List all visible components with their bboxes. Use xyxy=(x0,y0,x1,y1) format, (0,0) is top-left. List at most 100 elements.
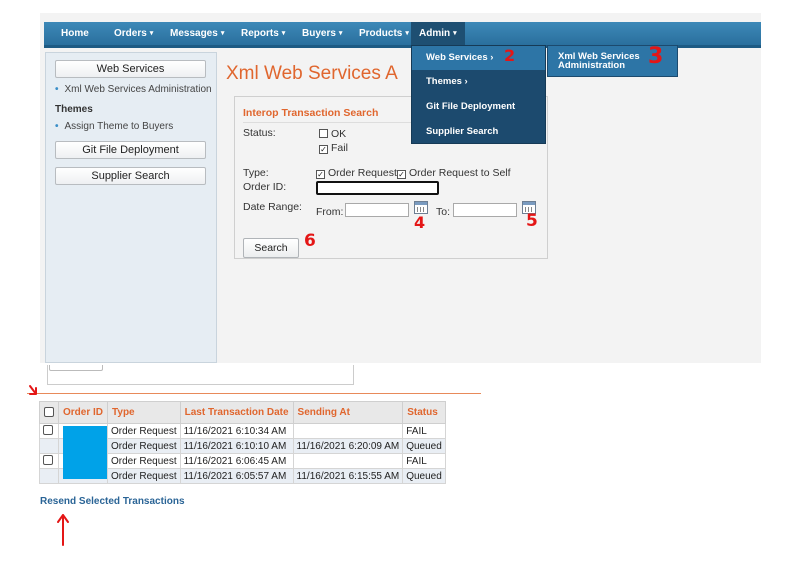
bullet-icon: • xyxy=(55,121,59,132)
checkbox-checked-icon: ✓ xyxy=(316,170,325,179)
annotation-4: 4 xyxy=(414,213,426,232)
button-bottom-edge xyxy=(49,365,103,371)
menu-item-git-file-deployment[interactable]: Git File Deployment xyxy=(412,95,545,119)
fail-label: Fail xyxy=(331,142,348,154)
status-label: Status: xyxy=(243,127,276,139)
sending-at-cell xyxy=(292,453,404,469)
admin-dropdown-menu: Web Services › Themes › Git File Deploym… xyxy=(411,45,546,144)
type-label: Type: xyxy=(243,167,269,179)
last-date-cell: 11/16/2021 6:10:10 AM xyxy=(179,438,294,454)
sending-at-cell: 11/16/2021 6:15:55 AM xyxy=(292,468,404,484)
nav-reports[interactable]: Reports ▾ xyxy=(241,22,285,45)
nav-products[interactable]: Products ▾ xyxy=(359,22,409,45)
type-cell: Order Request xyxy=(107,438,181,454)
arrow-up-icon xyxy=(57,514,69,546)
status-cell: Queued xyxy=(402,438,446,454)
checkbox-unchecked-icon xyxy=(43,455,53,465)
type-cell: Order Request xyxy=(107,423,181,439)
from-label: From: xyxy=(316,206,344,218)
nav-admin-label: Admin xyxy=(419,28,451,39)
sidebar-item-assign-theme[interactable]: • Assign Theme to Buyers xyxy=(55,121,173,132)
last-date-cell: 11/16/2021 6:10:34 AM xyxy=(179,423,294,439)
nav-orders-label: Orders xyxy=(114,28,147,39)
bullet-icon: • xyxy=(55,84,59,95)
order-id-redaction xyxy=(63,426,107,479)
admin-screenshot: Home Orders ▾ Messages ▾ Reports ▾ Buyers ▾ … xyxy=(40,13,761,363)
chevron-down-icon: ▾ xyxy=(338,30,343,37)
order-id-label: Order ID: xyxy=(243,181,287,193)
annotation-3: 3 xyxy=(648,44,664,69)
nav-messages-label: Messages xyxy=(170,28,218,39)
to-label: To: xyxy=(436,206,451,218)
nav-home-label: Home xyxy=(61,28,89,39)
type-order-request-self-label: Order Request to Self xyxy=(409,167,511,179)
chevron-down-icon: ▾ xyxy=(281,30,286,37)
select-all-header[interactable] xyxy=(39,401,59,424)
web-services-button[interactable]: Web Services xyxy=(55,60,206,78)
date-range-label: Date Range: xyxy=(243,201,302,213)
chevron-down-icon: ▾ xyxy=(220,30,225,37)
checkbox-checked-icon: ✓ xyxy=(397,170,406,179)
annotation-2: 2 xyxy=(504,46,516,65)
menu-item-web-services[interactable]: Web Services › xyxy=(412,46,545,70)
chevron-down-icon: ▾ xyxy=(149,30,154,37)
supplier-search-button[interactable]: Supplier Search xyxy=(55,167,206,185)
nav-buyers-label: Buyers xyxy=(302,28,336,39)
column-header-type[interactable]: Type xyxy=(107,401,181,424)
row-select-cell xyxy=(39,468,59,484)
sending-at-cell: 11/16/2021 6:20:09 AM xyxy=(292,438,404,454)
nav-messages[interactable]: Messages ▾ xyxy=(170,22,224,45)
last-date-cell: 11/16/2021 6:05:57 AM xyxy=(179,468,294,484)
page-title: Xml Web Services A xyxy=(226,63,398,84)
chevron-down-icon: ▾ xyxy=(405,30,409,37)
themes-heading: Themes xyxy=(55,104,93,115)
type-order-request-label: Order Request xyxy=(328,167,397,179)
status-cell: Queued xyxy=(402,468,446,484)
checkbox-unchecked-icon xyxy=(319,129,328,138)
chevron-down-icon: ▾ xyxy=(453,30,457,37)
type-order-request-checkbox[interactable]: ✓ Order Request xyxy=(316,167,397,179)
fail-checkbox[interactable]: ✓ Fail xyxy=(319,142,348,154)
checkbox-unchecked-icon xyxy=(44,406,54,417)
from-date-input[interactable] xyxy=(345,203,409,217)
sidebar-item-xml-admin[interactable]: • Xml Web Services Administration xyxy=(55,84,212,95)
table-header-row: Order ID Type Last Transaction Date Send… xyxy=(39,401,446,424)
git-file-deployment-button[interactable]: Git File Deployment xyxy=(55,141,206,159)
last-date-cell: 11/16/2021 6:06:45 AM xyxy=(179,453,294,469)
nav-reports-label: Reports xyxy=(241,28,279,39)
ok-label: OK xyxy=(331,128,347,140)
resend-selected-transactions-link[interactable]: Resend Selected Transactions xyxy=(40,496,185,507)
checkbox-unchecked-icon xyxy=(43,425,53,435)
annotation-5: 5 xyxy=(526,211,538,231)
section-divider xyxy=(27,393,481,394)
sidebar-item-label: Xml Web Services Administration xyxy=(64,84,212,95)
nav-home[interactable]: Home xyxy=(61,22,89,45)
results-screenshot: Order ID Type Last Transaction Date Send… xyxy=(27,365,481,559)
menu-item-supplier-search[interactable]: Supplier Search xyxy=(412,120,545,144)
menu-item-themes[interactable]: Themes › xyxy=(412,70,545,94)
checkbox-checked-icon: ✓ xyxy=(319,145,328,154)
order-id-input[interactable] xyxy=(316,181,439,195)
column-header-sending-at[interactable]: Sending At xyxy=(292,401,404,424)
sending-at-cell xyxy=(292,423,404,439)
column-header-status[interactable]: Status xyxy=(402,401,446,424)
row-select-cell xyxy=(39,438,59,454)
to-date-input[interactable] xyxy=(453,203,517,217)
nav-buyers[interactable]: Buyers ▾ xyxy=(302,22,342,45)
ok-checkbox[interactable]: OK xyxy=(319,128,346,140)
column-header-last-transaction-date[interactable]: Last Transaction Date xyxy=(179,401,294,424)
nav-orders[interactable]: Orders ▾ xyxy=(114,22,153,45)
search-button[interactable]: Search xyxy=(243,238,299,258)
nav-products-label: Products xyxy=(359,28,403,39)
status-cell: FAIL xyxy=(402,453,446,469)
status-cell: FAIL xyxy=(402,423,446,439)
sidebar-item-label: Assign Theme to Buyers xyxy=(64,121,174,132)
type-cell: Order Request xyxy=(107,453,181,469)
row-select-cell[interactable] xyxy=(39,423,59,439)
nav-admin[interactable]: Admin ▾ xyxy=(411,22,465,45)
sidebar: Web Services • Xml Web Services Administr… xyxy=(45,52,217,363)
arrow-down-right-icon xyxy=(29,385,37,395)
type-order-request-self-checkbox[interactable]: ✓ Order Request to Self xyxy=(397,167,511,179)
row-select-cell[interactable] xyxy=(39,453,59,469)
column-header-order-id[interactable]: Order ID xyxy=(57,401,109,424)
